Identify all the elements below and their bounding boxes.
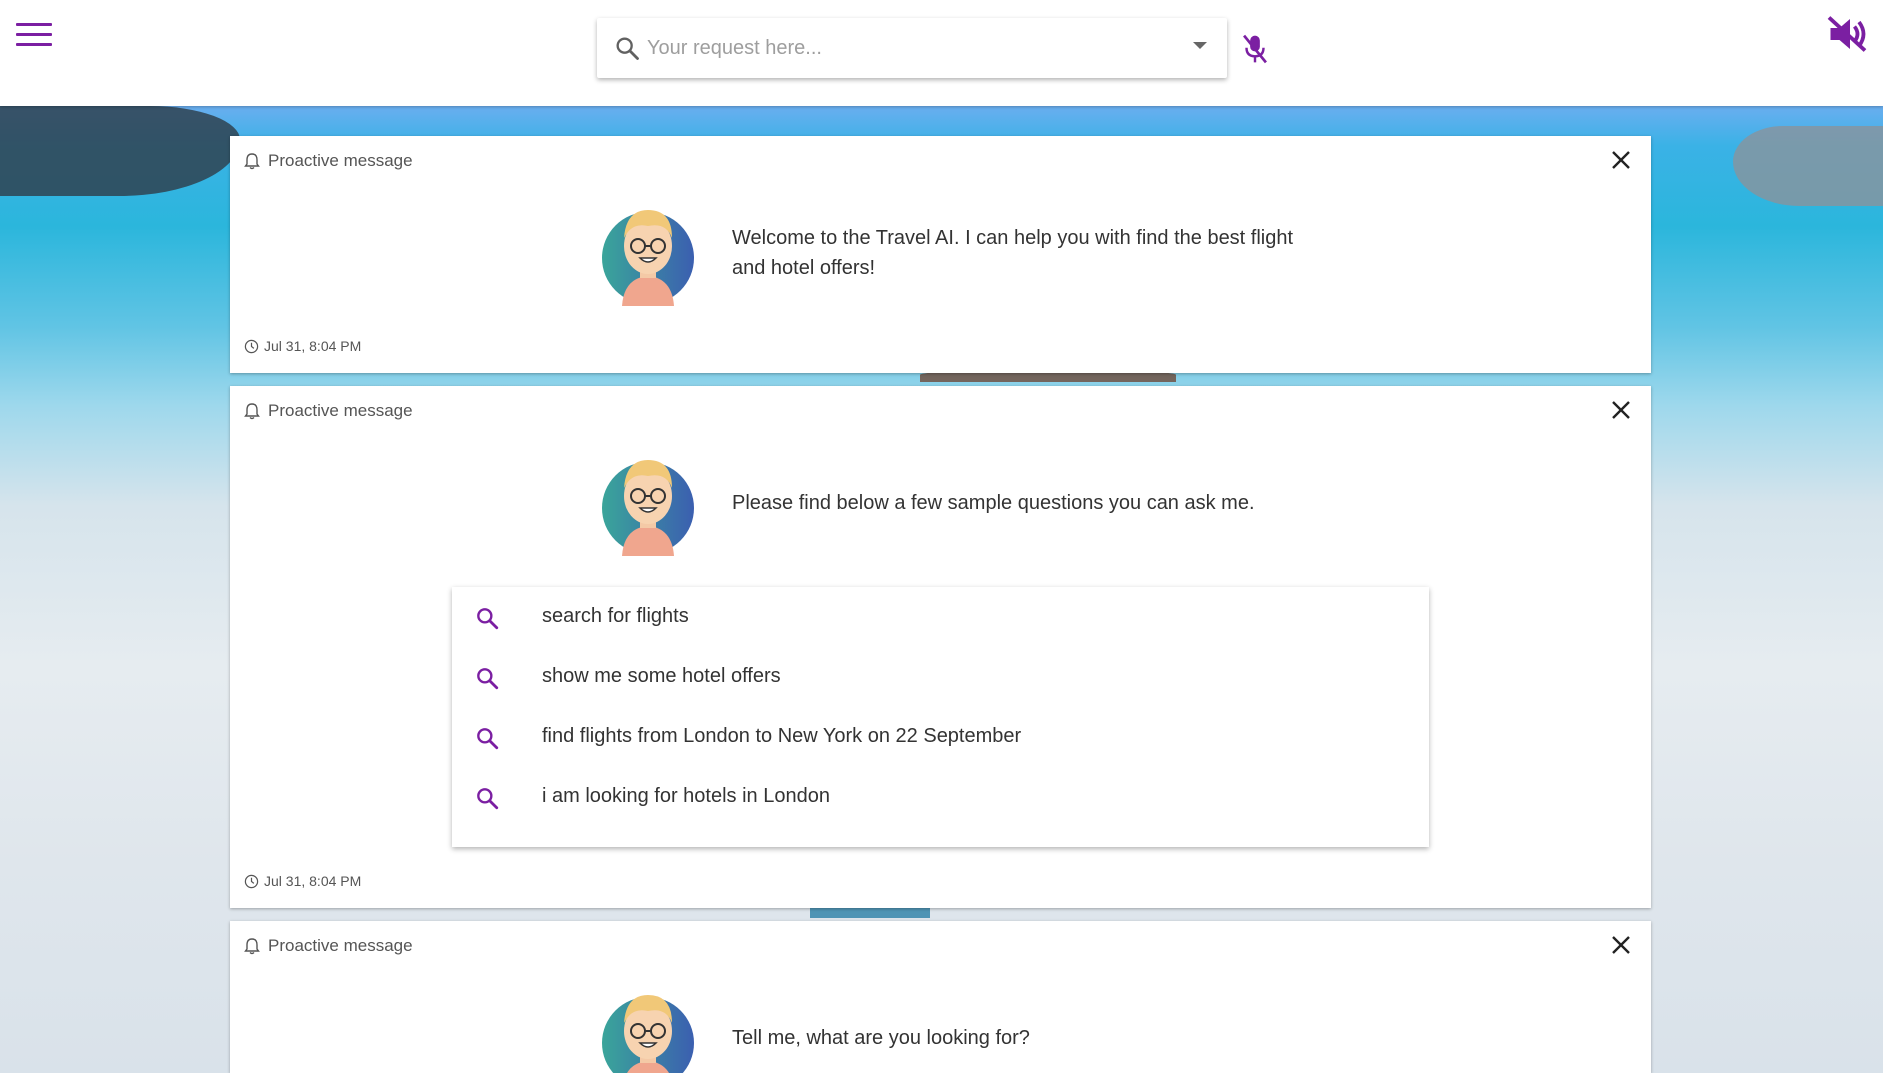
suggestion-text: i am looking for hotels in London	[542, 785, 830, 807]
caret-down-icon[interactable]	[1193, 42, 1207, 49]
bell-icon	[244, 153, 260, 170]
suggestion-item[interactable]: i am looking for hotels in London	[452, 767, 1429, 827]
clock-icon	[244, 339, 259, 353]
timestamp: Jul 31, 8:04 PM	[244, 873, 361, 889]
bot-avatar	[602, 210, 694, 306]
message-card: Proactive message Please find below a fe…	[230, 386, 1651, 908]
close-icon[interactable]	[1609, 398, 1633, 422]
card-header: Proactive message	[244, 401, 413, 421]
suggestion-text: find flights from London to New York on …	[542, 725, 1022, 747]
search-icon	[477, 668, 499, 690]
search-icon	[477, 728, 499, 750]
message-text: Please find below a few sample questions…	[732, 492, 1255, 514]
close-icon[interactable]	[1609, 148, 1633, 172]
message-row: Tell me, what are you looking for?	[600, 985, 1312, 1073]
message-row: Please find below a few sample questions…	[600, 450, 1312, 556]
mic-off-icon[interactable]	[1240, 32, 1270, 66]
timestamp: Jul 31, 8:04 PM	[244, 338, 361, 354]
bell-icon	[244, 403, 260, 420]
suggestion-item[interactable]: show me some hotel offers	[452, 647, 1429, 707]
search-box	[597, 18, 1227, 78]
search-icon	[616, 37, 639, 60]
search-icon	[477, 608, 499, 630]
suggestion-item[interactable]: search for flights	[452, 587, 1429, 647]
message-text: Welcome to the Travel AI. I can help you…	[732, 227, 1294, 279]
card-type-label: Proactive message	[268, 151, 413, 170]
rock-right	[1733, 126, 1883, 206]
top-bar	[0, 0, 1883, 106]
close-icon[interactable]	[1609, 933, 1633, 957]
suggestion-list: search for flights show me some hotel of…	[452, 587, 1429, 847]
rock-left	[0, 106, 240, 196]
card-type-label: Proactive message	[268, 401, 413, 420]
message-card: Proactive message Welcome to the Travel …	[230, 136, 1651, 373]
bell-icon	[244, 938, 260, 955]
timestamp-text: Jul 31, 8:04 PM	[264, 338, 362, 354]
suggestion-text: show me some hotel offers	[542, 665, 781, 687]
timestamp-text: Jul 31, 8:04 PM	[264, 873, 362, 889]
message-card: Proactive message Tell me, what are you …	[230, 921, 1651, 1073]
card-header: Proactive message	[244, 151, 413, 171]
card-type-label: Proactive message	[268, 936, 413, 955]
message-row: Welcome to the Travel AI. I can help you…	[600, 200, 1312, 306]
search-icon	[477, 788, 499, 810]
search-input[interactable]	[647, 28, 1167, 68]
suggestion-text: search for flights	[542, 605, 689, 627]
menu-icon	[14, 23, 54, 46]
card-header: Proactive message	[244, 936, 413, 956]
menu-button[interactable]	[14, 18, 54, 50]
bot-avatar	[602, 460, 694, 556]
clock-icon	[244, 874, 259, 888]
message-text: Tell me, what are you looking for?	[732, 1027, 1030, 1049]
suggestion-item[interactable]: find flights from London to New York on …	[452, 707, 1429, 767]
bot-avatar	[602, 995, 694, 1073]
volume-off-icon[interactable]	[1826, 14, 1868, 54]
